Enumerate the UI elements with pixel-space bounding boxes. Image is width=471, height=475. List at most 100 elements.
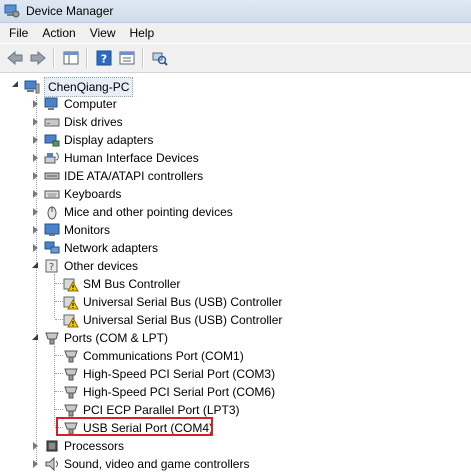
tree-root-label: ChenQiang-PC xyxy=(44,77,134,97)
console-tree-button[interactable] xyxy=(60,47,82,69)
tree-item-ports[interactable]: Ports (COM & LPT) xyxy=(44,329,168,347)
warning-device-icon xyxy=(63,296,79,310)
help-icon: ? xyxy=(96,50,112,66)
tree-item-sound-video-game[interactable]: Sound, video and game controllers xyxy=(44,455,249,473)
expander-computer[interactable] xyxy=(33,100,38,108)
device-manager-icon xyxy=(4,4,20,18)
expander-ide[interactable] xyxy=(33,172,38,180)
tree-item-com1[interactable]: Communications Port (COM1) xyxy=(63,347,244,365)
tree-item-com3[interactable]: High-Speed PCI Serial Port (COM3) xyxy=(63,365,275,383)
tree-item-com6[interactable]: High-Speed PCI Serial Port (COM6) xyxy=(63,383,275,401)
window-title: Device Manager xyxy=(26,4,114,18)
tree-item-processors[interactable]: Processors xyxy=(44,437,124,455)
tree-item-label: Sound, video and game controllers xyxy=(64,457,250,471)
network-adapter-icon xyxy=(44,241,60,254)
tree-item-label: Human Interface Devices xyxy=(64,151,199,165)
tree-connector xyxy=(55,301,63,302)
tree-item-computer[interactable]: Computer xyxy=(44,95,117,113)
tree-item-label: Display adapters xyxy=(64,133,154,147)
port-icon xyxy=(64,404,78,417)
menu-action[interactable]: Action xyxy=(35,23,82,43)
tree-item-label: Computer xyxy=(64,97,117,111)
menu-file[interactable]: File xyxy=(0,23,35,43)
port-icon xyxy=(64,386,78,399)
warning-device-icon xyxy=(63,314,79,328)
tree-connector xyxy=(55,409,63,410)
menu-view[interactable]: View xyxy=(83,23,123,43)
tree-item-label: IDE ATA/ATAPI controllers xyxy=(64,169,204,183)
tree-item-mice[interactable]: Mice and other pointing devices xyxy=(44,203,233,221)
tree-item-disk-drives[interactable]: Disk drives xyxy=(44,113,123,131)
tree-item-label: High-Speed PCI Serial Port (COM3) xyxy=(83,367,276,381)
forward-icon xyxy=(30,51,46,65)
expander-network-adapters[interactable] xyxy=(33,244,38,252)
tree-item-network-adapters[interactable]: Network adapters xyxy=(44,239,158,257)
tree-item-label: Mice and other pointing devices xyxy=(64,205,233,219)
tree-item-keyboards[interactable]: Keyboards xyxy=(44,185,121,203)
tree-item-label: Ports (COM & LPT) xyxy=(64,331,169,345)
expander-hid[interactable] xyxy=(33,154,38,162)
expander-ports[interactable] xyxy=(32,334,38,340)
computer-icon xyxy=(44,97,58,110)
tree-item-label: Disk drives xyxy=(64,115,123,129)
tree-item-other-devices[interactable]: ? Other devices xyxy=(44,257,138,275)
display-adapter-icon xyxy=(44,134,60,147)
tree-connector xyxy=(55,355,63,356)
highlight-box xyxy=(56,417,213,436)
toolbar-separator xyxy=(53,48,55,68)
scan-hardware-button[interactable] xyxy=(149,47,171,69)
tree-connector xyxy=(55,319,63,320)
tree-item-label: Processors xyxy=(64,439,125,453)
tree-item-human-interface-devices[interactable]: Human Interface Devices xyxy=(44,149,199,167)
computer-pc-icon xyxy=(24,80,40,94)
back-button[interactable] xyxy=(4,47,26,69)
expander-processors[interactable] xyxy=(33,442,38,450)
hid-icon xyxy=(44,152,59,164)
sound-icon xyxy=(45,456,58,472)
properties-icon xyxy=(119,51,135,65)
tree-connector xyxy=(36,96,37,465)
tree-item-ide-controllers[interactable]: IDE ATA/ATAPI controllers xyxy=(44,167,203,185)
expander-sound[interactable] xyxy=(33,460,38,468)
expander-other-devices[interactable] xyxy=(32,262,38,268)
tree-item-sm-bus-controller[interactable]: SM Bus Controller xyxy=(63,275,180,293)
forward-button[interactable] xyxy=(27,47,49,69)
expander-disk-drives[interactable] xyxy=(33,118,38,126)
tree-item-label: SM Bus Controller xyxy=(83,277,181,291)
keyboard-icon xyxy=(44,190,60,199)
tree-item-label: Network adapters xyxy=(64,241,159,255)
tree-item-monitors[interactable]: Monitors xyxy=(44,221,110,239)
monitor-icon xyxy=(44,223,60,236)
root-expander[interactable] xyxy=(12,81,18,87)
expander-monitors[interactable] xyxy=(33,226,38,234)
menu-help[interactable]: Help xyxy=(123,23,162,43)
port-icon xyxy=(45,332,59,345)
svg-text:?: ? xyxy=(101,53,107,66)
tree-item-label: High-Speed PCI Serial Port (COM6) xyxy=(83,385,276,399)
tree-item-label: Communications Port (COM1) xyxy=(83,349,244,363)
toolbar-separator xyxy=(142,48,144,68)
tree-item-label: Universal Serial Bus (USB) Controller xyxy=(83,313,283,327)
expander-keyboards[interactable] xyxy=(33,190,38,198)
tree-item-display-adapters[interactable]: Display adapters xyxy=(44,131,153,149)
tree-item-label: Universal Serial Bus (USB) Controller xyxy=(83,295,283,309)
tree-connector xyxy=(55,283,63,284)
expander-display-adapters[interactable] xyxy=(33,136,38,144)
menu-bar: File Action View Help xyxy=(0,23,471,43)
properties-button[interactable] xyxy=(116,47,138,69)
svg-text:?: ? xyxy=(49,262,54,273)
expander-mice[interactable] xyxy=(33,208,38,216)
other-devices-icon: ? xyxy=(45,259,58,273)
tree-item-label: Keyboards xyxy=(64,187,122,201)
tree-connector xyxy=(55,373,63,374)
tree-connector xyxy=(54,346,55,426)
help-button[interactable]: ? xyxy=(93,47,115,69)
tree-connector xyxy=(55,391,63,392)
tree-item-usb-controller[interactable]: Universal Serial Bus (USB) Controller xyxy=(63,311,282,329)
tree-root[interactable]: ChenQiang-PC xyxy=(24,77,134,97)
tree-item-usb-controller[interactable]: Universal Serial Bus (USB) Controller xyxy=(63,293,282,311)
processor-icon xyxy=(46,440,58,452)
device-tree: ChenQiang-PC Computer Disk drives Displa… xyxy=(0,73,471,475)
port-icon xyxy=(64,350,78,363)
toolbar-separator xyxy=(86,48,88,68)
